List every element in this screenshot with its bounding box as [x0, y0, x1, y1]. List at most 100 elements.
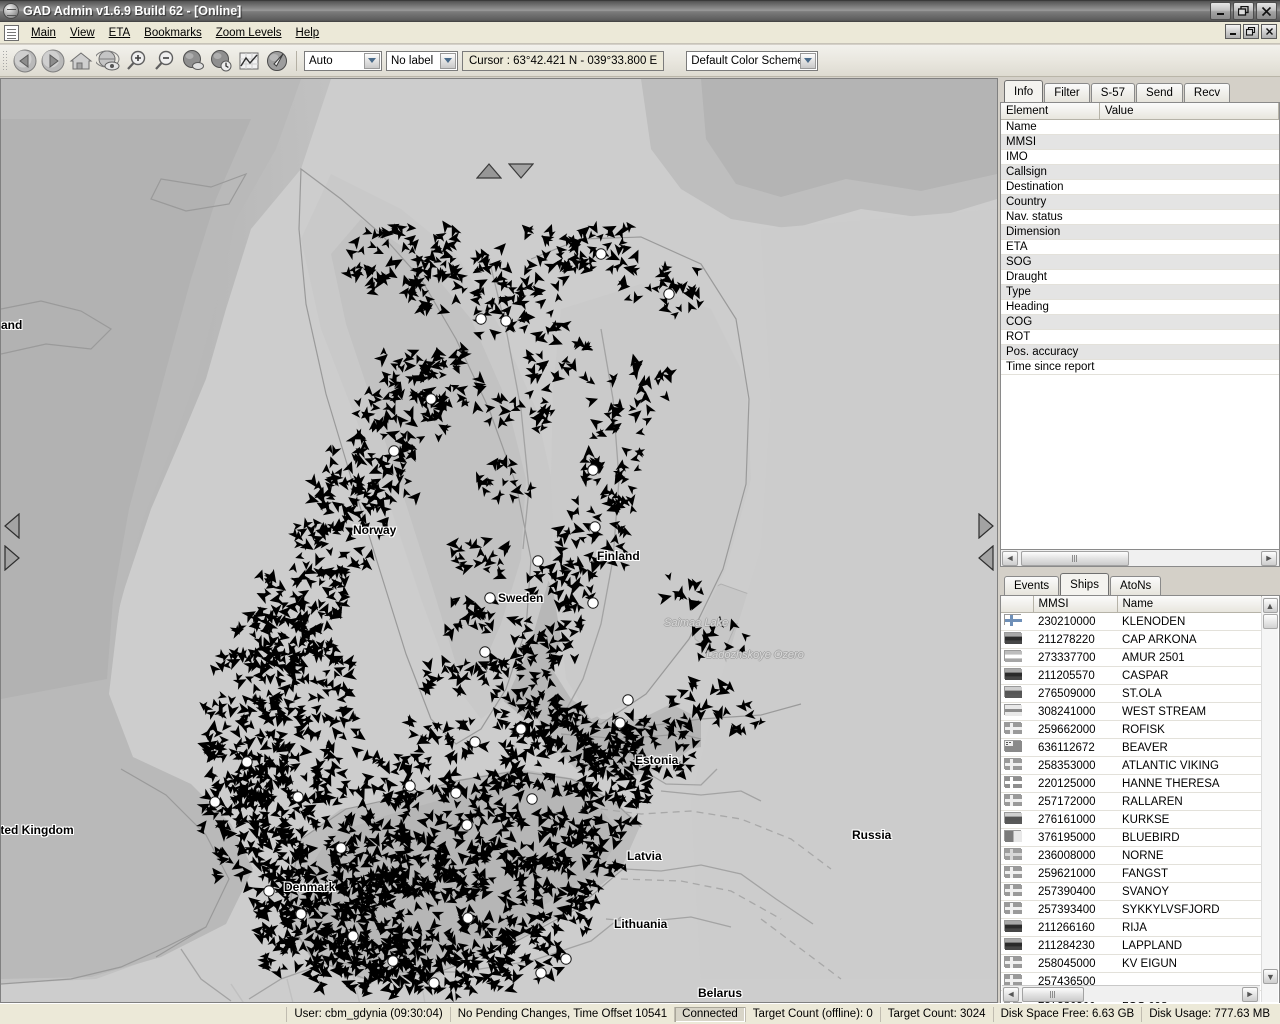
base-station-marker[interactable] — [428, 977, 440, 989]
base-station-marker[interactable] — [295, 908, 307, 920]
table-row[interactable]: 211205570 CASPAR — [1001, 666, 1262, 685]
mdi-close-button[interactable] — [1261, 24, 1277, 39]
base-station-marker[interactable] — [526, 793, 538, 805]
base-station-marker[interactable] — [335, 842, 347, 854]
base-station-marker[interactable] — [515, 723, 527, 735]
table-row[interactable]: ETA — [1001, 239, 1279, 255]
info-scroll-thumb[interactable] — [1021, 550, 1129, 566]
table-row[interactable]: 259621000 FANGST — [1001, 864, 1262, 883]
base-station-marker[interactable] — [479, 646, 491, 658]
tab-send[interactable]: Send — [1136, 83, 1183, 102]
tab-s57[interactable]: S-57 — [1090, 83, 1136, 102]
menu-item-help[interactable]: Help — [289, 24, 327, 42]
home-icon[interactable] — [68, 48, 94, 74]
table-row[interactable]: 259662000 ROFISK — [1001, 720, 1262, 739]
base-station-marker[interactable] — [404, 780, 416, 792]
base-station-marker[interactable] — [587, 597, 599, 609]
compass-icon[interactable] — [264, 48, 290, 74]
scroll-left-arrow[interactable]: ◄ — [1003, 986, 1019, 1002]
globe-clock-icon[interactable] — [208, 48, 234, 74]
tab-filter[interactable]: Filter — [1044, 83, 1090, 102]
toolbar-grip[interactable] — [2, 49, 9, 72]
table-row[interactable]: IMO — [1001, 149, 1279, 165]
table-row[interactable]: Callsign — [1001, 164, 1279, 180]
base-station-marker[interactable] — [595, 248, 607, 260]
chart-icon[interactable] — [236, 48, 262, 74]
scroll-up-arrow[interactable]: ▲ — [1262, 598, 1278, 613]
table-row[interactable]: 308241000 WEST STREAM — [1001, 702, 1262, 721]
table-row[interactable]: 258045000 KV EIGUN — [1001, 954, 1262, 973]
table-row[interactable]: Draught — [1001, 269, 1279, 285]
tab-info[interactable]: Info — [1004, 80, 1044, 102]
ships-vscroll-thumb[interactable] — [1262, 614, 1278, 629]
menu-item-view[interactable]: View — [63, 24, 102, 42]
menu-item-main[interactable]: Main — [24, 24, 63, 42]
globe-ship-icon[interactable] — [180, 48, 206, 74]
base-station-marker[interactable] — [500, 315, 512, 327]
base-station-marker[interactable] — [388, 445, 400, 457]
label-mode-select[interactable]: No label — [386, 50, 458, 71]
ships-vertical-scrollbar[interactable]: ▲ ▼ — [1261, 597, 1278, 1002]
mdi-restore-button[interactable] — [1243, 24, 1259, 39]
close-button[interactable] — [1256, 2, 1277, 20]
base-station-marker[interactable] — [535, 967, 547, 979]
column-header-element[interactable]: Element — [1001, 103, 1100, 120]
pan-down-arrow[interactable] — [507, 163, 535, 182]
table-row[interactable]: 257390400 SVANOY — [1001, 882, 1262, 901]
base-station-marker[interactable] — [425, 393, 437, 405]
column-header-value[interactable]: Value — [1099, 103, 1280, 120]
base-station-marker[interactable] — [614, 717, 626, 729]
table-row[interactable]: 257172000 RALLAREN — [1001, 792, 1262, 811]
forward-icon[interactable] — [40, 48, 66, 74]
menu-item-eta[interactable]: ETA — [102, 24, 138, 42]
menu-item-bookmarks[interactable]: Bookmarks — [137, 24, 209, 42]
table-row[interactable]: 636112672 BEAVER — [1001, 738, 1262, 757]
table-row[interactable]: Country — [1001, 194, 1279, 210]
pan-right-arrow-east[interactable] — [978, 512, 994, 542]
zoom-in-icon[interactable] — [124, 48, 150, 74]
base-station-marker[interactable] — [347, 930, 359, 942]
table-row[interactable]: 230210000 KLENODEN — [1001, 612, 1262, 631]
map-canvas[interactable] — [1, 79, 997, 1002]
scroll-right-arrow[interactable]: ► — [1261, 550, 1277, 566]
base-station-marker[interactable] — [475, 313, 487, 325]
table-row[interactable]: Time since report — [1001, 359, 1279, 375]
table-row[interactable]: MMSI — [1001, 134, 1279, 150]
zoom-mode-select[interactable]: Auto — [304, 50, 382, 71]
pan-right-arrow[interactable] — [4, 544, 20, 574]
base-station-marker[interactable] — [469, 736, 481, 748]
minimize-button[interactable] — [1210, 2, 1231, 20]
base-station-marker[interactable] — [484, 592, 496, 604]
table-row[interactable]: SOG — [1001, 254, 1279, 270]
zoom-out-icon[interactable] — [152, 48, 178, 74]
info-horizontal-scrollbar[interactable]: ◄ ► — [1000, 550, 1280, 567]
ships-hscroll-thumb[interactable] — [1022, 986, 1084, 1002]
base-station-marker[interactable] — [663, 288, 675, 300]
map-view[interactable]: Norway Finland Sweden Estonia Russia Latvia Li… — [0, 78, 998, 1003]
table-row[interactable]: Pos. accuracy — [1001, 344, 1279, 360]
table-row[interactable]: 273337700 AMUR 2501 — [1001, 648, 1262, 667]
table-row[interactable]: Nav. status — [1001, 209, 1279, 225]
base-station-marker[interactable] — [387, 955, 399, 967]
mdi-minimize-button[interactable] — [1225, 24, 1241, 39]
table-row[interactable]: 236008000 NORNE — [1001, 846, 1262, 865]
tab-events[interactable]: Events — [1004, 576, 1060, 595]
table-row[interactable]: 211284230 LAPPLAND — [1001, 936, 1262, 955]
base-station-marker[interactable] — [209, 796, 221, 808]
scroll-left-arrow[interactable]: ◄ — [1002, 550, 1018, 566]
table-row[interactable]: Dimension — [1001, 224, 1279, 240]
table-row[interactable]: ROT — [1001, 329, 1279, 345]
pan-left-arrow[interactable] — [4, 512, 20, 542]
table-row[interactable]: Name — [1001, 119, 1279, 135]
restore-button[interactable] — [1233, 2, 1254, 20]
menu-item-zoom-levels[interactable]: Zoom Levels — [209, 24, 289, 42]
ships-horizontal-scrollbar[interactable]: ◄ ► — [1002, 985, 1260, 1002]
base-station-marker[interactable] — [461, 819, 473, 831]
tab-ships[interactable]: Ships — [1060, 573, 1109, 595]
base-station-marker[interactable] — [532, 555, 544, 567]
table-row[interactable]: COG — [1001, 314, 1279, 330]
chevron-down-icon[interactable] — [440, 52, 456, 69]
table-row[interactable]: 257393400 SYKKYLVSFJORD — [1001, 900, 1262, 919]
chevron-down-icon[interactable] — [800, 52, 817, 69]
base-station-marker[interactable] — [263, 885, 275, 897]
